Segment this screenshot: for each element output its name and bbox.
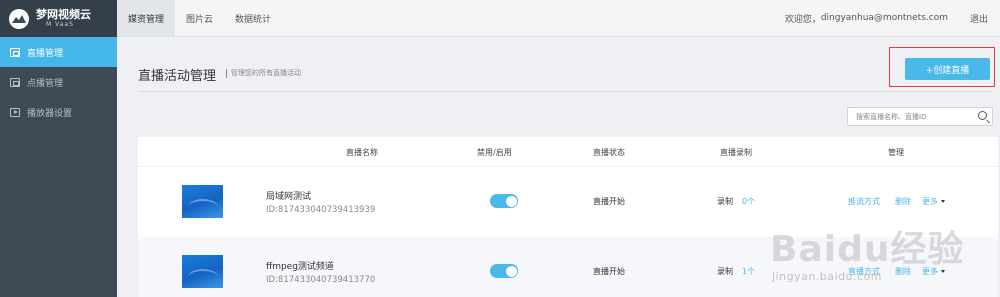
live-id: ID:817433040739413939 — [266, 205, 376, 215]
video-thumbnail[interactable] — [182, 255, 223, 288]
enable-toggle[interactable] — [490, 264, 518, 278]
tab-image-cloud[interactable]: 图片云 — [175, 0, 224, 37]
brand-title: 梦网视频云 — [36, 8, 91, 21]
logout-link[interactable]: 退出 — [970, 12, 988, 25]
chevron-down-icon[interactable] — [941, 200, 945, 203]
delete-link[interactable]: 删除 — [895, 196, 911, 207]
page-description: 管理您的所有直播活动 — [226, 69, 301, 78]
stream-method-link[interactable]: 推流方式 — [848, 196, 880, 207]
sidebar-item-label: 播放器设置 — [27, 108, 73, 119]
sidebar-item-label: 直播管理 — [27, 48, 64, 59]
search-icon[interactable] — [978, 111, 987, 120]
delete-link[interactable]: 删除 — [895, 266, 911, 277]
live-grid-icon — [10, 47, 20, 57]
brand-subtitle: M VaaS — [46, 21, 74, 28]
sidebar-item-player[interactable]: 播放器设置 — [0, 97, 117, 127]
sidebar-item-live[interactable]: 直播管理 — [0, 37, 117, 67]
brand-logo[interactable]: 梦网视频云 M VaaS — [0, 0, 117, 37]
col-header-manage: 管理 — [888, 148, 904, 157]
user-email[interactable]: dingyanhua@montnets.com — [821, 13, 948, 23]
main-content: 直播活动管理 管理您的所有直播活动 +创建直播 搜索直播名称、直播ID 直播名称… — [117, 37, 1000, 297]
search-box[interactable]: 搜索直播名称、直播ID — [847, 107, 993, 126]
chevron-down-icon[interactable] — [941, 270, 945, 273]
player-play-icon — [10, 107, 20, 117]
table-row: ffmpeg测试频道 ID:817433040739413770 直播开始 录制… — [138, 237, 998, 297]
more-link[interactable]: 更多 — [922, 196, 938, 207]
record-count-link[interactable]: 0个 — [742, 196, 755, 207]
page-header: 直播活动管理 管理您的所有直播活动 — [138, 57, 993, 92]
col-header-toggle: 禁用/启用 — [477, 148, 512, 157]
enable-toggle[interactable] — [490, 194, 518, 208]
welcome-text: 欢迎您， — [784, 14, 821, 25]
record-label: 录制 — [717, 197, 733, 206]
col-header-record: 直播录制 — [720, 148, 752, 157]
live-status: 直播开始 — [593, 267, 625, 276]
stream-method-link[interactable]: 直播方式 — [848, 266, 880, 277]
record-count-link[interactable]: 1个 — [742, 266, 755, 277]
live-id: ID:817433040739413770 — [266, 275, 376, 285]
live-name[interactable]: 局域网测试 — [266, 189, 311, 202]
tab-statistics[interactable]: 数据统计 — [224, 0, 282, 37]
table-header: 直播名称 禁用/启用 直播状态 直播录制 管理 — [138, 137, 998, 167]
top-nav: 媒资管理 图片云 数据统计 欢迎您， dingyanhua@montnets.c… — [117, 0, 1000, 37]
record-label: 录制 — [717, 267, 733, 276]
live-table: 直播名称 禁用/启用 直播状态 直播录制 管理 局域网测试 ID:8174330… — [138, 137, 998, 297]
col-header-status: 直播状态 — [593, 148, 625, 157]
live-name[interactable]: ffmpeg测试频道 — [266, 259, 334, 272]
vod-grid-icon — [10, 77, 20, 87]
search-placeholder: 搜索直播名称、直播ID — [856, 113, 927, 121]
tab-media[interactable]: 媒资管理 — [117, 0, 176, 37]
sidebar: 梦网视频云 M VaaS 直播管理 点播管理 播放器设置 — [0, 0, 117, 297]
sidebar-item-label: 点播管理 — [27, 78, 64, 89]
page-title: 直播活动管理 — [138, 69, 217, 84]
col-header-name: 直播名称 — [346, 148, 378, 157]
sidebar-item-vod[interactable]: 点播管理 — [0, 67, 117, 97]
create-live-button[interactable]: +创建直播 — [905, 58, 990, 80]
video-thumbnail[interactable] — [182, 185, 223, 218]
more-link[interactable]: 更多 — [922, 266, 938, 277]
live-status: 直播开始 — [593, 197, 625, 206]
table-row: 局域网测试 ID:817433040739413939 直播开始 录制 0个 推… — [138, 167, 998, 237]
mountain-logo-icon — [9, 8, 29, 29]
